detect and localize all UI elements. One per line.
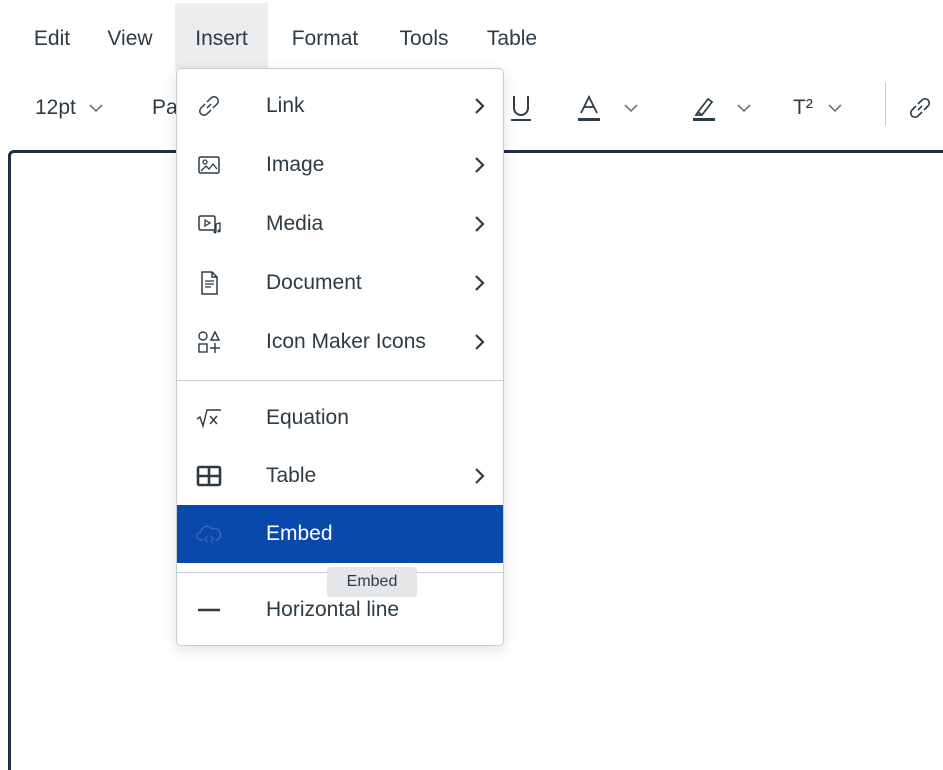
- chevron-down-icon: [624, 104, 638, 113]
- chevron-right-icon: [475, 275, 485, 291]
- menubar: Edit View Insert Format Tools Table: [0, 0, 943, 70]
- media-icon: [195, 210, 223, 238]
- insert-link-item[interactable]: Link: [177, 77, 503, 135]
- insert-menu: Link Image Media Document Icon Maker Ico…: [176, 68, 504, 646]
- menu-tools[interactable]: Tools: [384, 3, 464, 70]
- text-color-icon: [578, 95, 600, 122]
- chevron-down-icon: [89, 104, 103, 113]
- underline-button[interactable]: [508, 70, 534, 146]
- menu-insert[interactable]: Insert: [175, 3, 268, 70]
- menu-view[interactable]: View: [92, 3, 168, 70]
- menu-item-label: Document: [266, 271, 362, 294]
- insert-table-item[interactable]: Table: [177, 447, 503, 505]
- menu-table[interactable]: Table: [475, 3, 549, 70]
- chevron-right-icon: [475, 98, 485, 114]
- insert-equation-item[interactable]: Equation: [177, 389, 503, 447]
- insert-media-item[interactable]: Media: [177, 195, 503, 253]
- embed-tooltip: Embed: [327, 567, 417, 597]
- menu-format[interactable]: Format: [275, 3, 375, 70]
- insert-embed-item[interactable]: Embed: [177, 505, 503, 563]
- link-button[interactable]: [905, 70, 935, 146]
- icon-maker-icon: [195, 328, 223, 356]
- highlight-color-button[interactable]: [690, 70, 752, 146]
- underline-icon: [511, 96, 531, 122]
- chevron-down-icon: [828, 104, 842, 113]
- superscript-icon: T²: [793, 96, 813, 119]
- link-icon: [909, 98, 931, 119]
- menu-item-label: Equation: [266, 406, 349, 429]
- menu-item-label: Embed: [266, 522, 333, 545]
- chevron-down-icon: [737, 104, 751, 113]
- equation-icon: [195, 404, 223, 432]
- menu-divider: [177, 380, 503, 381]
- chevron-right-icon: [475, 334, 485, 350]
- menu-item-label: Media: [266, 212, 324, 235]
- font-size-value: 12pt: [35, 96, 76, 119]
- document-icon: [195, 269, 223, 297]
- superscript-button[interactable]: T²: [793, 70, 843, 146]
- paragraph-select[interactable]: Pa: [152, 70, 178, 146]
- table-icon: [195, 462, 223, 490]
- insert-image-item[interactable]: Image: [177, 136, 503, 194]
- paragraph-value: Pa: [152, 96, 178, 119]
- menu-edit[interactable]: Edit: [22, 3, 82, 70]
- chevron-right-icon: [475, 468, 485, 484]
- chevron-right-icon: [475, 216, 485, 232]
- chevron-right-icon: [475, 157, 485, 173]
- insert-icon-maker-item[interactable]: Icon Maker Icons: [177, 313, 503, 371]
- menu-item-label: Icon Maker Icons: [266, 330, 426, 353]
- menu-item-label: Link: [266, 94, 305, 117]
- toolbar-divider: [885, 82, 886, 126]
- horizontal-line-icon: [195, 596, 223, 624]
- menu-item-label: Image: [266, 153, 325, 176]
- image-icon: [195, 151, 223, 179]
- text-color-button[interactable]: [575, 70, 639, 146]
- cloud-embed-icon: [195, 520, 223, 548]
- highlight-icon: [693, 98, 715, 122]
- menu-item-label: Table: [266, 464, 317, 487]
- insert-document-item[interactable]: Document: [177, 254, 503, 312]
- link-icon: [195, 92, 223, 120]
- font-size-select[interactable]: 12pt: [35, 70, 104, 146]
